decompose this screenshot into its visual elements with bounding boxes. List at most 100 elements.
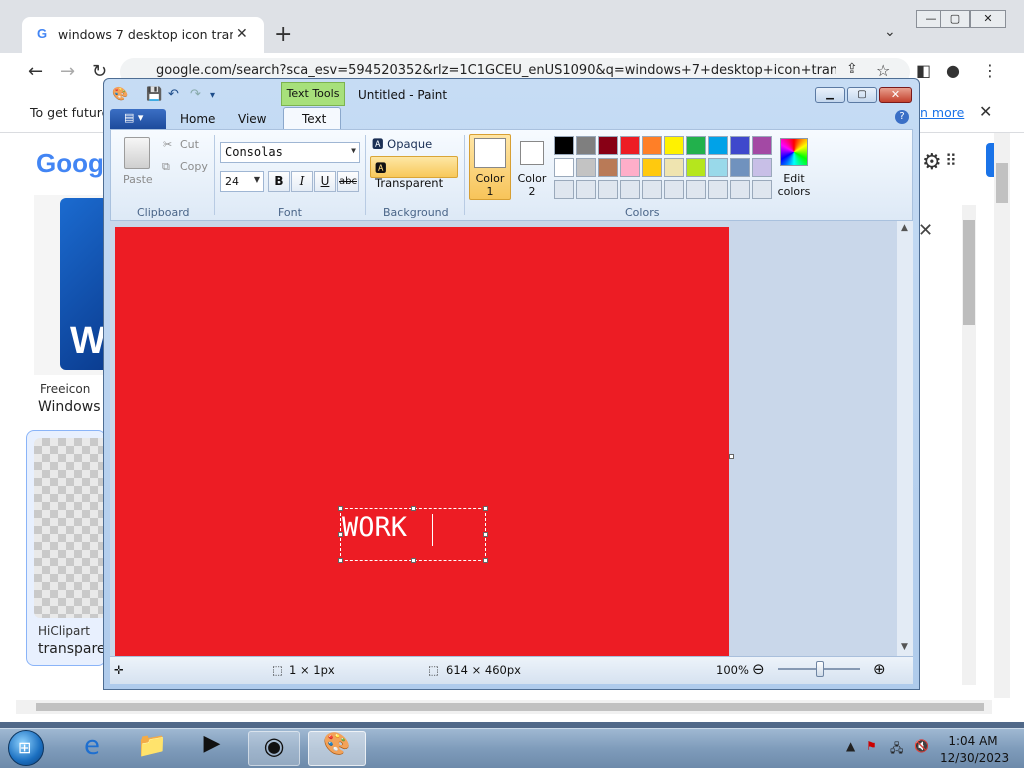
edit-colors-button[interactable]: Edit colors <box>775 172 813 198</box>
custom-color-slot[interactable] <box>730 180 750 199</box>
bold-button[interactable]: B <box>268 171 290 192</box>
palette-swatch[interactable] <box>730 158 750 177</box>
font-family-dropdown[interactable]: Consolas ▼ <box>220 142 360 163</box>
font-size-dropdown[interactable]: 24 ▼ <box>220 171 264 192</box>
scroll-down-icon[interactable]: ▼ <box>901 642 908 652</box>
palette-swatch[interactable] <box>686 136 706 155</box>
paint-taskbar-icon[interactable]: 🎨 <box>308 731 366 766</box>
scroll-up-icon[interactable]: ▲ <box>901 223 908 233</box>
media-player-icon[interactable]: ▶ <box>186 731 238 766</box>
custom-color-slot[interactable] <box>686 180 706 199</box>
palette-swatch[interactable] <box>752 158 772 177</box>
back-icon[interactable]: ← <box>28 61 43 82</box>
forward-icon[interactable]: → <box>60 61 75 82</box>
underline-button[interactable]: U <box>314 171 336 192</box>
profile-icon[interactable]: ● <box>946 61 960 80</box>
custom-color-slot[interactable] <box>708 180 728 199</box>
panel-close-icon[interactable]: ✕ <box>918 220 933 241</box>
clock-date[interactable]: 12/30/2023 <box>940 751 1009 765</box>
canvas-resize-handle[interactable] <box>729 454 734 459</box>
textbox-handle[interactable] <box>338 558 343 563</box>
paint-minimize-button[interactable]: ▁ <box>815 87 845 103</box>
panel-scroll-thumb[interactable] <box>963 220 975 325</box>
show-hidden-icons-icon[interactable]: ▲ <box>846 739 855 753</box>
zoom-slider-thumb[interactable] <box>816 661 824 677</box>
textbox-handle[interactable] <box>338 506 343 511</box>
learn-more-link[interactable]: n more <box>920 105 964 120</box>
copy-button[interactable]: Copy <box>180 160 208 173</box>
palette-swatch[interactable] <box>752 136 772 155</box>
zoom-in-icon[interactable]: ⊕ <box>873 660 886 678</box>
tab-close-icon[interactable]: ✕ <box>236 26 248 42</box>
copy-icon[interactable]: ⧉ <box>162 160 170 174</box>
help-icon[interactable]: ? <box>895 110 909 124</box>
textbox-handle[interactable] <box>411 558 416 563</box>
zoom-out-icon[interactable]: ⊖ <box>752 660 765 678</box>
horizontal-scroll-thumb[interactable] <box>36 703 984 711</box>
palette-swatch[interactable] <box>664 136 684 155</box>
paint-maximize-button[interactable]: ▢ <box>847 87 877 103</box>
palette-swatch[interactable] <box>730 136 750 155</box>
palette-swatch[interactable] <box>686 158 706 177</box>
settings-gear-icon[interactable]: ⚙ <box>922 150 942 175</box>
custom-color-slot[interactable] <box>752 180 772 199</box>
tab-text[interactable]: Text <box>302 112 326 126</box>
undo-icon[interactable]: ↶ <box>168 87 179 102</box>
palette-swatch[interactable] <box>708 136 728 155</box>
strikethrough-button[interactable]: abc <box>337 171 359 192</box>
palette-swatch[interactable] <box>576 158 596 177</box>
edit-colors-icon[interactable] <box>780 138 808 166</box>
save-icon[interactable]: 💾 <box>146 87 162 102</box>
volume-muted-icon[interactable]: 🔇 <box>914 739 929 753</box>
new-tab-button[interactable]: + <box>274 22 292 47</box>
palette-swatch[interactable] <box>598 136 618 155</box>
google-logo[interactable]: Goog <box>36 148 104 179</box>
textbox-handle[interactable] <box>483 558 488 563</box>
start-button[interactable]: ⊞ <box>8 730 44 766</box>
palette-swatch[interactable] <box>642 158 662 177</box>
chrome-tab[interactable]: G windows 7 desktop icon transpa <box>22 17 264 53</box>
chrome-taskbar-icon[interactable]: ◉ <box>248 731 300 766</box>
apps-grid-icon[interactable]: ⠿ <box>945 151 957 170</box>
palette-swatch[interactable] <box>664 158 684 177</box>
redo-icon[interactable]: ↷ <box>190 87 201 102</box>
palette-swatch[interactable] <box>576 136 596 155</box>
cut-button[interactable]: Cut <box>180 138 199 151</box>
palette-swatch[interactable] <box>554 136 574 155</box>
palette-swatch[interactable] <box>708 158 728 177</box>
tab-home[interactable]: Home <box>180 112 215 126</box>
page-scroll-thumb[interactable] <box>996 163 1008 203</box>
palette-swatch[interactable] <box>620 136 640 155</box>
page-scrollbar[interactable] <box>994 133 1010 698</box>
result-thumbnail-2[interactable] <box>34 438 104 618</box>
canvas-vertical-scrollbar[interactable] <box>897 221 913 656</box>
canvas-text[interactable]: WORK <box>342 512 407 543</box>
paste-icon[interactable] <box>124 137 150 169</box>
palette-swatch[interactable] <box>620 158 640 177</box>
color2-button[interactable] <box>520 141 544 165</box>
tab-search-icon[interactable]: ⌄ <box>884 24 896 40</box>
paste-button[interactable]: Paste <box>123 173 153 186</box>
qat-customize-icon[interactable]: ▾ <box>210 90 215 101</box>
opaque-button[interactable]: 🅰 Opaque <box>372 136 432 152</box>
custom-color-slot[interactable] <box>620 180 640 199</box>
infobar-close-icon[interactable]: ✕ <box>979 102 992 121</box>
custom-color-slot[interactable] <box>554 180 574 199</box>
result-source-1[interactable]: Freeicon <box>40 382 90 396</box>
chrome-maximize-button[interactable]: ▢ <box>940 10 970 28</box>
share-icon[interactable]: ⇪ <box>846 61 858 77</box>
side-panel-icon[interactable]: ◧ <box>916 61 931 80</box>
textbox-handle[interactable] <box>483 506 488 511</box>
palette-swatch[interactable] <box>642 136 662 155</box>
palette-swatch[interactable] <box>598 158 618 177</box>
cut-icon[interactable]: ✂ <box>163 138 172 151</box>
custom-color-slot[interactable] <box>664 180 684 199</box>
textbox-handle[interactable] <box>411 506 416 511</box>
transparent-button[interactable]: 🅰 Transparent <box>370 156 458 190</box>
drawing-canvas[interactable] <box>115 227 729 656</box>
chrome-close-button[interactable]: ✕ <box>970 10 1006 28</box>
paint-app-icon[interactable]: 🎨 <box>112 87 128 102</box>
italic-button[interactable]: I <box>291 171 313 192</box>
result-source-2[interactable]: HiClipart <box>38 624 90 638</box>
windows-icon-image[interactable]: W <box>60 198 106 370</box>
